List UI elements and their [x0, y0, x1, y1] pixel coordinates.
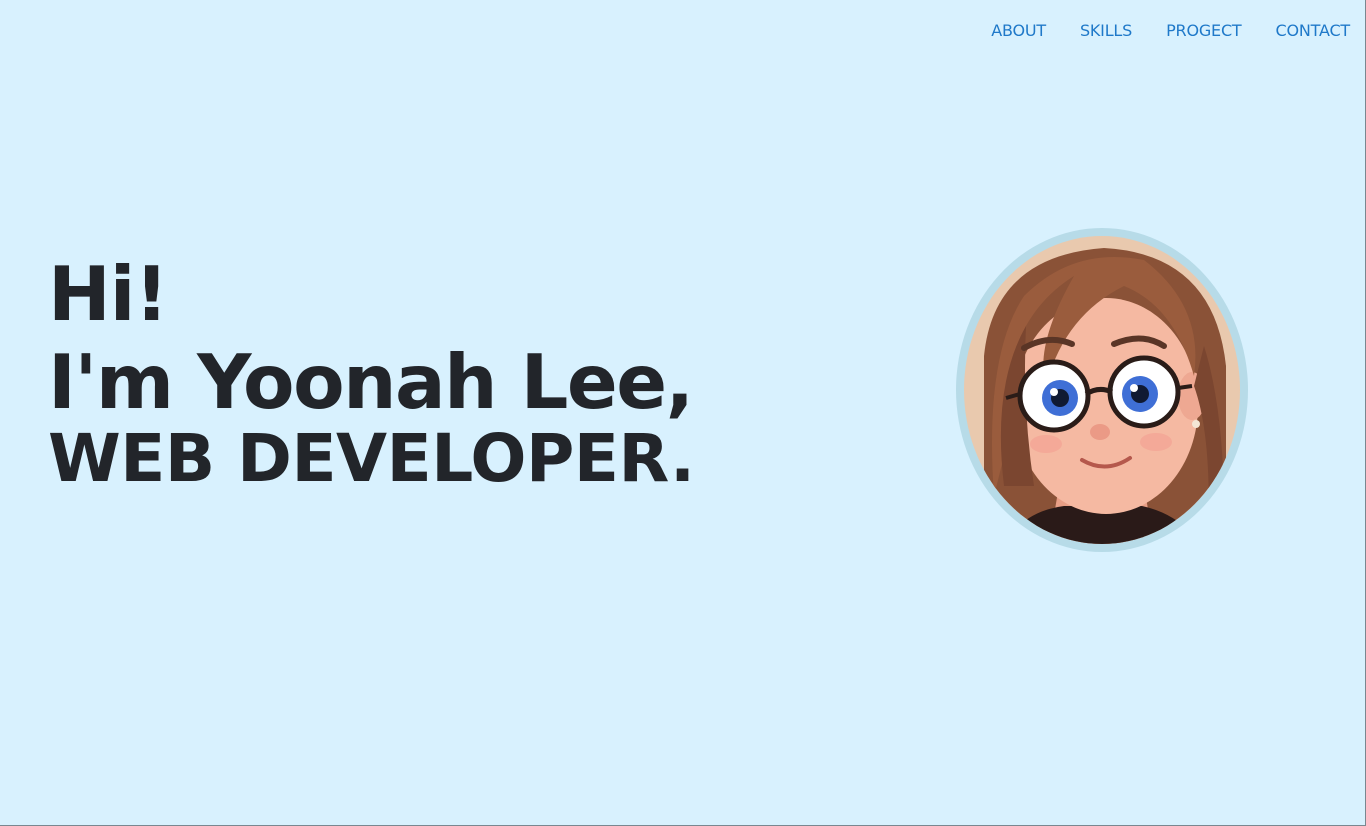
- hero-role: WEB DEVELOPER.: [48, 420, 695, 497]
- hero-greeting: Hi!: [48, 250, 169, 338]
- top-nav: ABOUT SKILLS PROGECT CONTACT: [957, 19, 1350, 43]
- nav-skills-link[interactable]: SKILLS: [1080, 19, 1132, 43]
- avatar-illustration: [964, 236, 1240, 544]
- profile-avatar: [956, 228, 1248, 552]
- nav-about-link[interactable]: ABOUT: [991, 19, 1046, 43]
- nav-project-link[interactable]: PROGECT: [1166, 19, 1242, 43]
- hero-name: I'm Yoonah Lee,: [48, 338, 694, 426]
- hero-heading: Hi! I'm Yoonah Lee, WEB DEVELOPER.: [48, 252, 695, 494]
- nav-contact-link[interactable]: CONTACT: [1276, 19, 1351, 43]
